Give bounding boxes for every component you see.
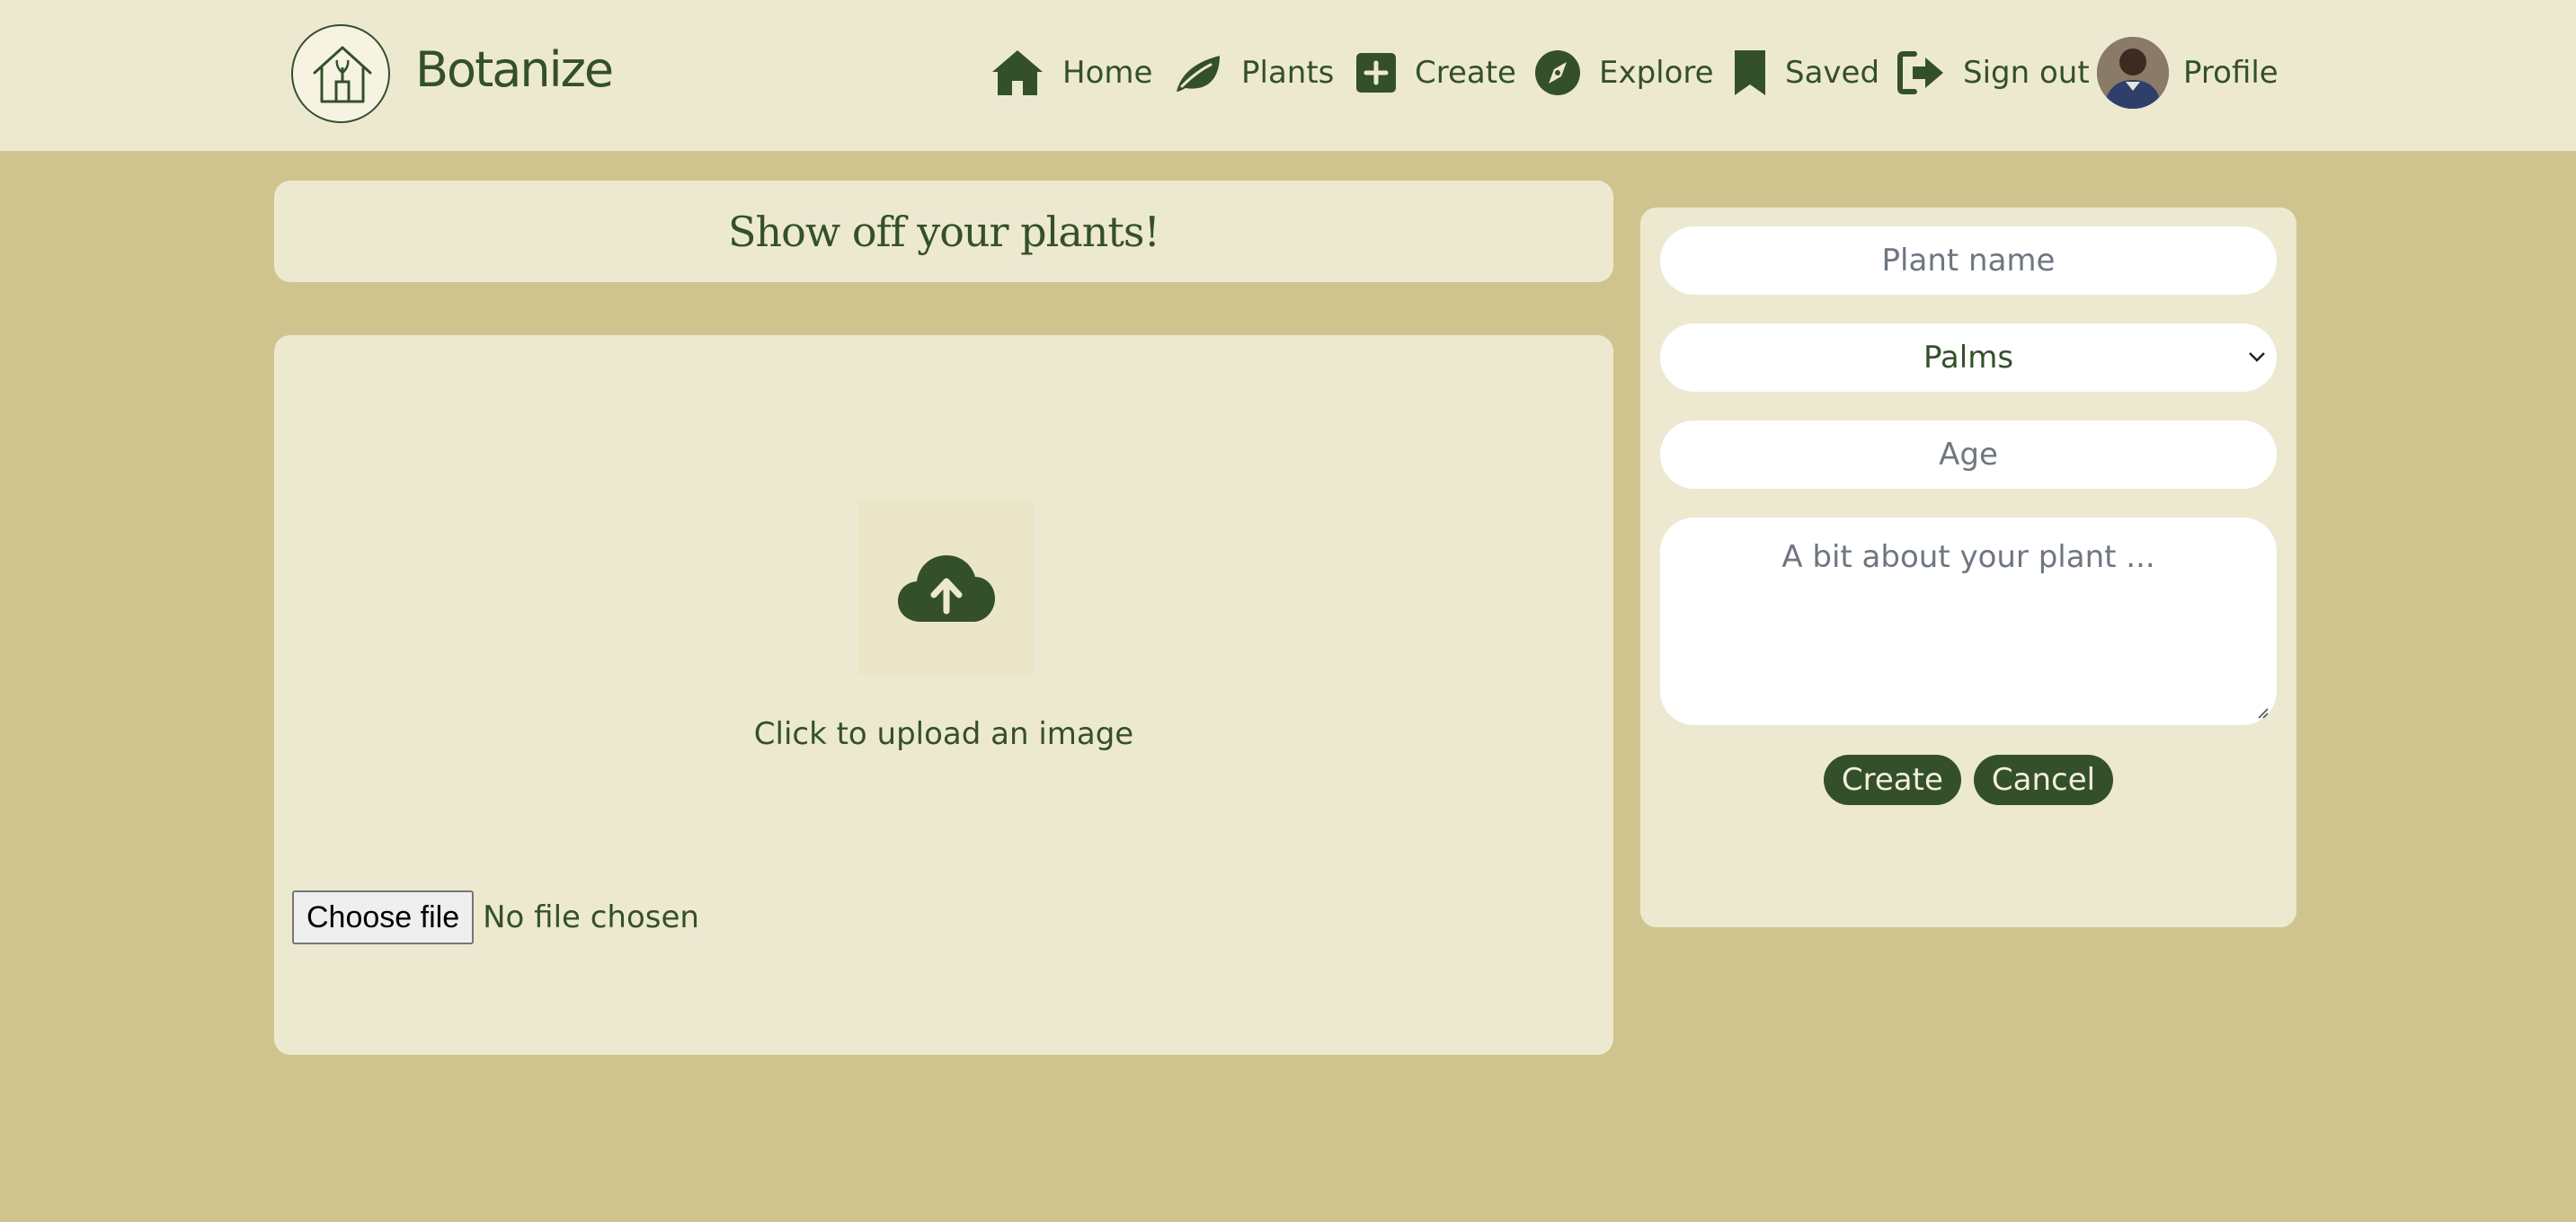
nav-label: Explore <box>1599 55 1714 91</box>
plant-form: Plant name Palms Age A bit about your pl… <box>1640 208 2296 927</box>
top-header: Botanize Home Plants Create Explore Save… <box>0 0 2576 151</box>
plant-name-input[interactable]: Plant name <box>1660 226 2277 295</box>
file-input[interactable]: Choose file No file chosen <box>292 890 699 944</box>
title-card: Show off your plants! <box>274 181 1613 282</box>
nav-label: Home <box>1062 55 1153 91</box>
nav-explore[interactable]: Explore <box>1534 41 1714 104</box>
choose-file-button[interactable]: Choose file <box>292 890 475 944</box>
brand-name[interactable]: Botanize <box>415 38 614 102</box>
nav-create[interactable]: Create <box>1355 41 1516 104</box>
cloud-upload-icon <box>898 555 995 622</box>
nav-plants[interactable]: Plants <box>1173 41 1334 104</box>
image-upload-panel: Click to upload an image Choose file No … <box>274 335 1613 1055</box>
page-title: Show off your plants! <box>728 207 1160 256</box>
avatar[interactable] <box>2097 37 2169 109</box>
resize-grip-icon[interactable] <box>2255 705 2270 720</box>
create-button[interactable]: Create <box>1823 755 1961 805</box>
about-textarea[interactable]: A bit about your plant ... <box>1660 518 2277 725</box>
cancel-button[interactable]: Cancel <box>1973 755 2114 805</box>
bookmark-icon <box>1735 50 1765 95</box>
nav-saved[interactable]: Saved <box>1733 41 1879 104</box>
form-actions: Create Cancel <box>1640 755 2296 805</box>
greenhouse-icon <box>313 46 372 103</box>
logo[interactable] <box>291 24 390 123</box>
nav-label: Create <box>1415 55 1516 91</box>
upload-dropzone[interactable] <box>858 500 1035 676</box>
nav-sign-out[interactable]: Sign out <box>1896 41 2090 104</box>
nav-label: Saved <box>1785 55 1880 91</box>
house-icon <box>992 50 1043 95</box>
age-input[interactable]: Age <box>1660 421 2277 489</box>
nav-label: Sign out <box>1963 55 2090 91</box>
nav-label: Profile <box>2183 55 2278 91</box>
category-select[interactable]: Palms <box>1660 323 2277 392</box>
chevron-down-icon <box>2249 352 2265 362</box>
nav-profile[interactable]: Profile <box>2097 37 2278 109</box>
file-status: No file chosen <box>483 899 699 935</box>
about-placeholder: A bit about your plant ... <box>1781 539 2155 575</box>
category-selected-value: Palms <box>1923 340 2014 376</box>
leaf-icon <box>1177 56 1220 92</box>
compass-icon <box>1535 50 1580 95</box>
upload-instruction[interactable]: Click to upload an image <box>274 716 1613 752</box>
plus-square-icon <box>1356 53 1396 93</box>
nav-label: Plants <box>1241 55 1335 91</box>
sign-out-icon <box>1897 51 1943 94</box>
nav-home[interactable]: Home <box>990 41 1152 104</box>
